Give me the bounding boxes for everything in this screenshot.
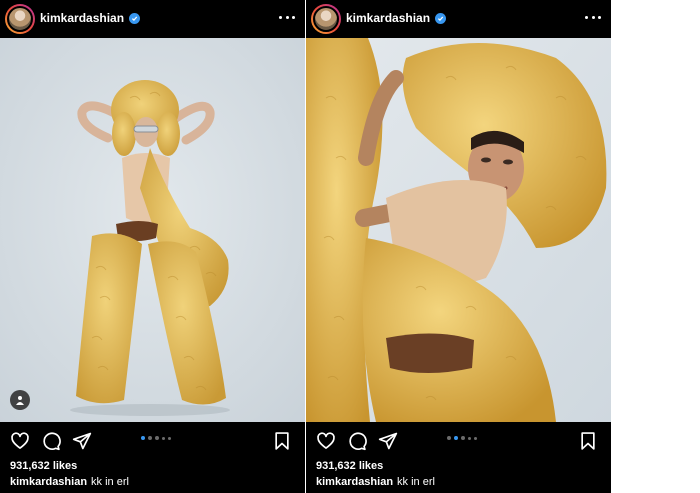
caption-text: kk in erl [91, 476, 129, 488]
heart-icon[interactable] [316, 431, 336, 451]
carousel-dot [447, 436, 451, 440]
carousel-dot [168, 436, 171, 440]
avatar[interactable] [311, 4, 341, 34]
bookmark-icon[interactable] [272, 431, 292, 451]
caption: kimkardashian kk in erl [10, 476, 129, 488]
share-icon[interactable] [378, 431, 398, 451]
carousel-dot [148, 436, 152, 440]
action-bar [0, 422, 305, 458]
comment-icon[interactable] [347, 431, 367, 451]
action-bar [306, 422, 611, 458]
carousel-dot [454, 436, 458, 440]
post-header: kimkardashian [306, 0, 611, 38]
closeup-fur-hat-photo [306, 38, 611, 422]
post-header: kimkardashian [0, 0, 305, 38]
verified-icon [435, 12, 447, 24]
heart-icon[interactable] [10, 431, 30, 451]
more-icon[interactable] [279, 9, 295, 25]
username-row: kimkardashian [346, 11, 447, 25]
carousel-dot [141, 436, 145, 440]
username-row: kimkardashian [40, 11, 141, 25]
carousel-dot [474, 436, 477, 440]
more-icon[interactable] [585, 9, 601, 25]
carousel-dot [162, 436, 165, 440]
carousel-dot [461, 436, 465, 440]
caption: kimkardashian kk in erl [316, 476, 435, 488]
instagram-post-left: kimkardashian 931,632 likes kimkardashia… [0, 0, 305, 493]
caption-username[interactable]: kimkardashian [10, 476, 87, 488]
user-tag-icon[interactable] [10, 390, 30, 410]
carousel-indicator [141, 436, 171, 440]
carousel-dot [155, 436, 159, 440]
likes-count[interactable]: 931,632 likes [10, 460, 77, 472]
username[interactable]: kimkardashian [40, 11, 124, 25]
post-photo[interactable] [0, 38, 305, 422]
carousel-dot [468, 436, 471, 440]
likes-count[interactable]: 931,632 likes [316, 460, 383, 472]
carousel-indicator [447, 436, 477, 440]
caption-text: kk in erl [397, 476, 435, 488]
share-icon[interactable] [72, 431, 92, 451]
full-body-fur-outfit-photo [0, 38, 305, 422]
avatar[interactable] [5, 4, 35, 34]
comment-icon[interactable] [41, 431, 61, 451]
bookmark-icon[interactable] [578, 431, 598, 451]
post-photo[interactable] [306, 38, 611, 422]
caption-username[interactable]: kimkardashian [316, 476, 393, 488]
verified-icon [129, 12, 141, 24]
username[interactable]: kimkardashian [346, 11, 430, 25]
instagram-post-right: kimkardashian 931,632 likes kimkardashia… [306, 0, 611, 493]
